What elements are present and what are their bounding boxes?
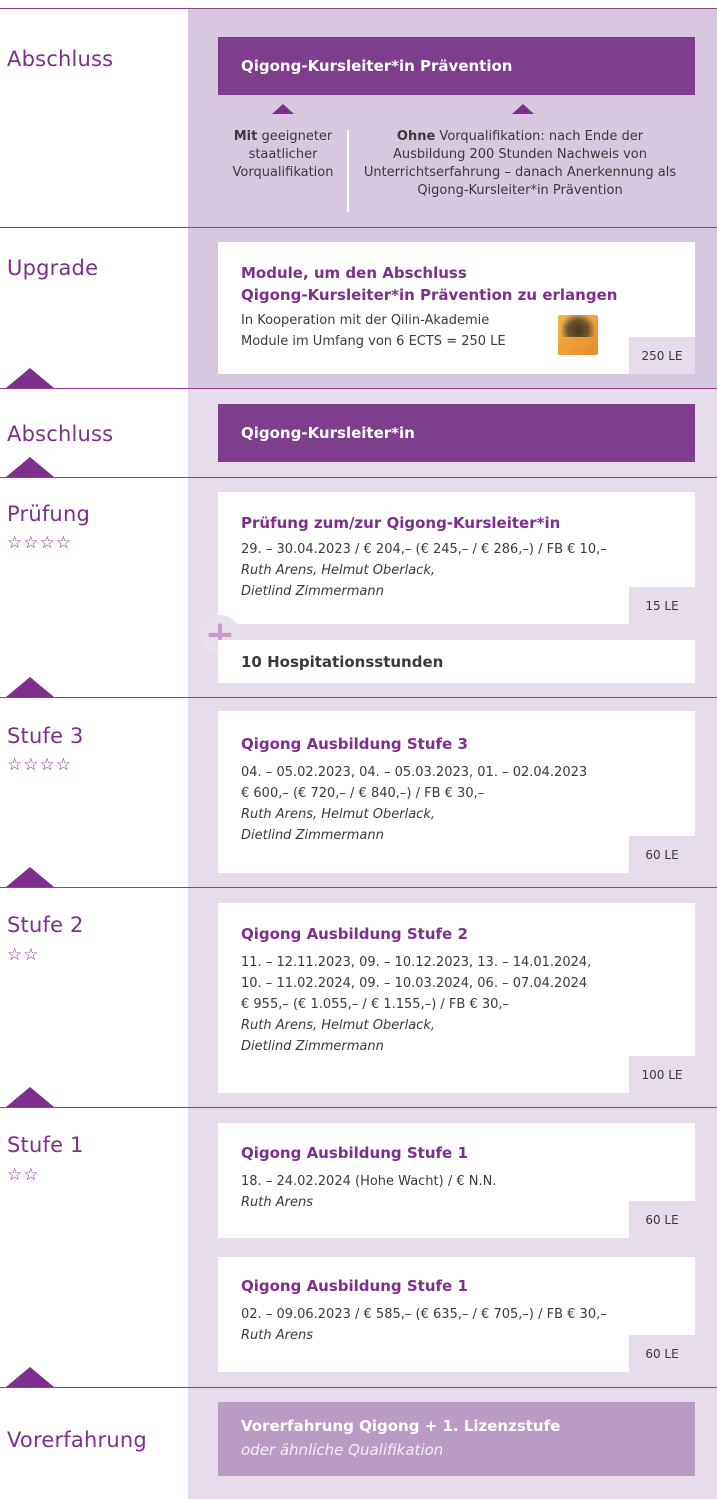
le-badge: 60 LE bbox=[629, 1335, 695, 1372]
mit-vorqualifikation-text: Mit geeigneter staatlicher Vorqualifikat… bbox=[222, 128, 344, 182]
stufe-2-line2: 10. – 11.02.2024, 09. – 10.03.2024, 06. … bbox=[241, 976, 588, 991]
upgrade-title-line2: Qigong-Kursleiter*in Prävention zu erlan… bbox=[241, 286, 618, 304]
vorerfahrung-sub: oder ähnliche Qualifikation bbox=[241, 1441, 444, 1459]
section-label-vorerfahrung: Vorerfahrung bbox=[7, 1428, 147, 1452]
le-badge: 15 LE bbox=[629, 587, 695, 624]
up-arrow-icon bbox=[6, 368, 54, 388]
section-label-stufe-2: Stufe 2 bbox=[7, 913, 84, 937]
level-stars: ☆☆ bbox=[7, 945, 40, 965]
stufe-1-card-1-line2: Ruth Arens bbox=[241, 1195, 313, 1210]
vertical-separator bbox=[347, 130, 349, 212]
stufe-3-line3: Ruth Arens, Helmut Oberlack, bbox=[241, 807, 435, 822]
hospitation-text: 10 Hospitationsstunden bbox=[241, 652, 444, 671]
upgrade-card: Module, um den Abschluss Qigong-Kursleit… bbox=[218, 242, 695, 374]
stufe-1-card-1-title: Qigong Ausbildung Stufe 1 bbox=[241, 1144, 468, 1162]
up-arrow-icon bbox=[6, 677, 54, 697]
stufe-1-card-1: Qigong Ausbildung Stufe 1 18. – 24.02.20… bbox=[218, 1123, 695, 1238]
le-badge: 60 LE bbox=[629, 836, 695, 873]
section-label-abschluss: Abschluss bbox=[7, 47, 114, 71]
stufe-2-title: Qigong Ausbildung Stufe 2 bbox=[241, 925, 468, 943]
pruefung-line1: 29. – 30.04.2023 / € 204,– (€ 245,– / € … bbox=[241, 542, 607, 557]
divider bbox=[0, 8, 717, 9]
stufe-1-card-2-line1: 02. – 09.06.2023 / € 585,– (€ 635,– / € … bbox=[241, 1307, 607, 1322]
le-badge: 100 LE bbox=[629, 1056, 695, 1093]
up-arrow-icon bbox=[512, 104, 534, 114]
pruefung-title: Prüfung zum/zur Qigong-Kursleiter*in bbox=[241, 514, 561, 532]
stufe-2-card: Qigong Ausbildung Stufe 2 11. – 12.11.20… bbox=[218, 903, 695, 1093]
stufe-3-title: Qigong Ausbildung Stufe 3 bbox=[241, 735, 468, 753]
stufe-3-line4: Dietlind Zimmermann bbox=[241, 828, 384, 843]
ohne-vorqualifikation-text: Ohne Vorqualifikation: nach Ende der Aus… bbox=[360, 128, 680, 200]
stufe-3-line2: € 600,– (€ 720,– / € 840,–) / FB € 30,– bbox=[241, 786, 485, 801]
level-stars: ☆☆☆☆ bbox=[7, 533, 72, 553]
hospitation-card: 10 Hospitationsstunden bbox=[218, 640, 695, 683]
le-badge: 250 LE bbox=[629, 337, 695, 374]
le-badge: 60 LE bbox=[629, 1201, 695, 1238]
up-arrow-icon bbox=[6, 867, 54, 887]
divider bbox=[0, 697, 717, 698]
pruefung-card: Prüfung zum/zur Qigong-Kursleiter*in 29.… bbox=[218, 492, 695, 624]
stufe-2-line5: Dietlind Zimmermann bbox=[241, 1039, 384, 1054]
divider bbox=[0, 887, 717, 888]
mit-bold: Mit bbox=[233, 129, 258, 144]
stufe-3-card: Qigong Ausbildung Stufe 3 04. – 05.02.20… bbox=[218, 711, 695, 873]
section-label-stufe-1: Stufe 1 bbox=[7, 1133, 84, 1157]
stufe-2-line3: € 955,– (€ 1.055,– / € 1.155,–) / FB € 3… bbox=[241, 997, 510, 1012]
stufe-2-line4: Ruth Arens, Helmut Oberlack, bbox=[241, 1018, 435, 1033]
vorerfahrung-title: Vorerfahrung Qigong + 1. Lizenzstufe bbox=[241, 1417, 561, 1435]
upgrade-text-line2: Module im Umfang von 6 ECTS = 250 LE bbox=[241, 334, 506, 349]
ohne-bold: Ohne bbox=[396, 129, 436, 144]
up-arrow-icon bbox=[6, 457, 54, 477]
qilin-logo-icon bbox=[558, 315, 598, 355]
stufe-1-card-2-line2: Ruth Arens bbox=[241, 1328, 313, 1343]
divider bbox=[0, 227, 717, 228]
stufe-3-line1: 04. – 05.02.2023, 04. – 05.03.2023, 01. … bbox=[241, 765, 588, 780]
divider bbox=[0, 477, 717, 478]
section-label-pruefung: Prüfung bbox=[7, 502, 90, 526]
level-stars: ☆☆ bbox=[7, 1165, 40, 1185]
up-arrow-icon bbox=[6, 1367, 54, 1387]
level-stars: ☆☆☆☆ bbox=[7, 755, 72, 775]
stufe-1-card-1-line1: 18. – 24.02.2024 (Hohe Wacht) / € N.N. bbox=[241, 1174, 497, 1189]
divider bbox=[0, 388, 717, 389]
qualification-bar-praevention: Qigong-Kursleiter*in Prävention bbox=[218, 37, 695, 95]
stufe-2-line1: 11. – 12.11.2023, 09. – 10.12.2023, 13. … bbox=[241, 955, 592, 970]
up-arrow-icon bbox=[6, 1087, 54, 1107]
divider bbox=[0, 1107, 717, 1108]
section-label-stufe-3: Stufe 3 bbox=[7, 724, 84, 748]
stufe-1-card-2-title: Qigong Ausbildung Stufe 1 bbox=[241, 1277, 468, 1295]
upgrade-title-line1: Module, um den Abschluss bbox=[241, 264, 467, 282]
section-label-upgrade: Upgrade bbox=[7, 256, 99, 280]
qualification-bar-kursleiter: Qigong-Kursleiter*in bbox=[218, 404, 695, 462]
pruefung-line2: Ruth Arens, Helmut Oberlack, bbox=[241, 563, 435, 578]
vorerfahrung-box: Vorerfahrung Qigong + 1. Lizenzstufe ode… bbox=[218, 1402, 695, 1476]
stufe-1-card-2: Qigong Ausbildung Stufe 1 02. – 09.06.20… bbox=[218, 1257, 695, 1372]
section-label-abschluss-mid: Abschluss bbox=[7, 422, 114, 446]
pruefung-line3: Dietlind Zimmermann bbox=[241, 584, 384, 599]
divider bbox=[0, 1387, 717, 1388]
up-arrow-icon bbox=[272, 104, 294, 114]
upgrade-text-line1: In Kooperation mit der Qilin-Akademie bbox=[241, 313, 490, 328]
